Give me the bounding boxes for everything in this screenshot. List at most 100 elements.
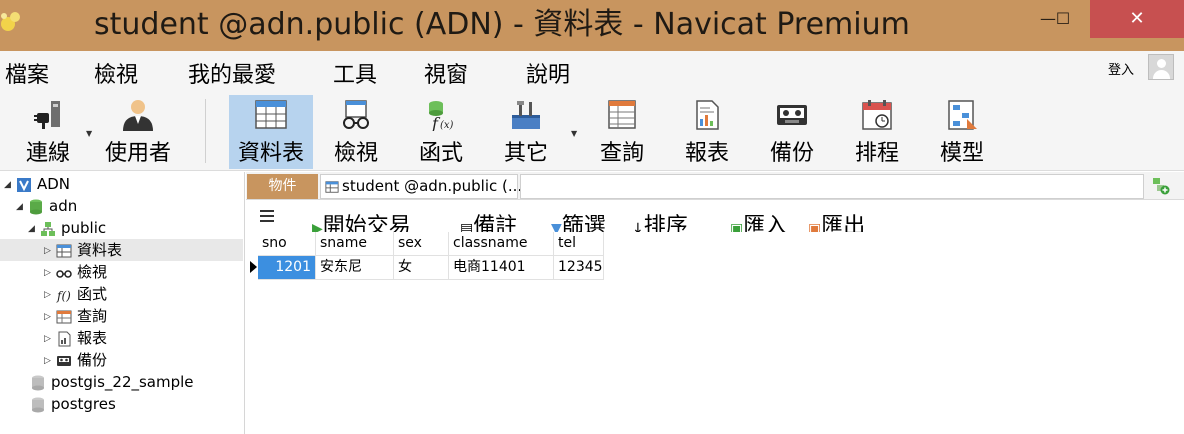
collapsed-arrow-icon[interactable]: ▷ (44, 328, 56, 350)
tree-label: postgis_22_sample (51, 373, 194, 391)
column-header[interactable]: sno (258, 232, 316, 256)
toolbar-query-button[interactable]: 查詢 (580, 95, 664, 169)
close-button[interactable]: ✕ (1090, 0, 1184, 38)
tree-item-functions[interactable]: ▷ f() 函式 (44, 283, 107, 305)
tree-item-tables[interactable]: ▷ 資料表 (0, 239, 243, 261)
chevron-down-icon[interactable]: ▼ (86, 129, 92, 138)
toolbar-label: 其它 (503, 141, 548, 166)
tree-item-schema[interactable]: ◢ public (28, 217, 106, 239)
expanded-arrow-icon[interactable]: ◢ (28, 218, 40, 240)
begin-transaction-button[interactable]: ▶開始交易 (312, 208, 411, 232)
user-icon (123, 100, 153, 131)
tree-label: ADN (37, 175, 71, 193)
tree-item-database[interactable]: postgres (30, 393, 116, 415)
toolbar-other-button[interactable]: 其它 (484, 95, 568, 169)
toolbar-connection-button[interactable]: 連線 (6, 95, 90, 169)
maximize-button[interactable]: ☐ (1040, 0, 1086, 38)
table-cell[interactable]: 1201 (258, 256, 316, 280)
function-icon: f (x) (429, 101, 454, 131)
toolbar-label: 備份 (769, 141, 814, 166)
tree-item-reports[interactable]: ▷ 報表 (44, 327, 107, 349)
toolbar-label: 資料表 (237, 141, 304, 166)
import-icon: ▣ (730, 221, 744, 232)
menu-tools[interactable]: 工具 (333, 57, 377, 89)
menu-help[interactable]: 說明 (526, 57, 570, 89)
toolbar-label: 模型 (939, 141, 984, 166)
tree-item-connection[interactable]: ◢ ADN (4, 173, 70, 195)
main-toolbar: 連線 ▼ 使用者 資料表 檢視 f (x) 函式 其它 ▼ 查詢 報表 備份 排… (0, 91, 1184, 171)
backup-icon (777, 105, 807, 125)
collapsed-arrow-icon[interactable]: ▷ (44, 350, 56, 372)
toolbar-user-button[interactable]: 使用者 (96, 95, 180, 169)
table-cell[interactable]: 女 (394, 256, 449, 280)
new-connection-icon[interactable] (1152, 177, 1170, 195)
table-cell[interactable]: 电商11401 (449, 256, 554, 280)
toolbar-backup-button[interactable]: 備份 (750, 95, 834, 169)
view-glasses-icon (56, 269, 72, 278)
title-bar: student @adn.public (ADN) - 資料表 - Navica… (0, 0, 1184, 51)
table-icon (325, 180, 339, 193)
database-icon (32, 397, 44, 412)
toolbar-label: 報表 (684, 141, 729, 166)
report-icon (58, 331, 71, 346)
toolbar-model-button[interactable]: 模型 (920, 95, 1004, 169)
query-icon (608, 100, 636, 129)
toolbar-report-button[interactable]: 報表 (665, 95, 749, 169)
tree-label: 資料表 (77, 241, 123, 259)
tree-label: postgres (51, 395, 116, 413)
menu-icon[interactable] (260, 209, 274, 223)
tree-item-database[interactable]: postgis_22_sample (30, 371, 194, 393)
menu-window[interactable]: 視窗 (424, 57, 468, 89)
function-icon: f() (56, 289, 71, 303)
menu-view[interactable]: 檢視 (94, 57, 138, 89)
export-icon: ▣ (808, 221, 822, 232)
plug-icon (34, 101, 60, 129)
toolbar-label: 查詢 (599, 141, 644, 166)
schema-icon (41, 221, 55, 236)
expanded-arrow-icon[interactable]: ◢ (16, 196, 28, 218)
column-header[interactable]: sex (394, 232, 449, 256)
tree-label: 備份 (77, 351, 108, 369)
database-icon (32, 375, 44, 390)
column-header[interactable]: classname (449, 232, 554, 256)
table-icon (255, 100, 287, 129)
tree-label: 函式 (77, 285, 108, 303)
column-header[interactable]: sname (316, 232, 394, 256)
tree-item-database[interactable]: ◢ adn (16, 195, 77, 217)
tree-item-queries[interactable]: ▷ 查詢 (44, 305, 107, 327)
toolbar-view-button[interactable]: 檢視 (314, 95, 398, 169)
table-cell[interactable]: 12345 (554, 256, 604, 280)
toolbar-table-button[interactable]: 資料表 (229, 95, 313, 169)
menu-bar: 檔案 檢視 我的最愛 工具 視窗 說明 登入 (0, 51, 1184, 91)
toolbar-schedule-button[interactable]: 排程 (835, 95, 919, 169)
column-header[interactable]: tel (554, 232, 604, 256)
collapsed-arrow-icon[interactable]: ▷ (44, 240, 56, 262)
table-cell[interactable]: 安东尼 (316, 256, 394, 280)
navicat-logo-icon (1, 12, 20, 31)
menu-file[interactable]: 檔案 (5, 57, 49, 89)
toolbar-function-button[interactable]: f (x) 函式 (399, 95, 483, 169)
data-grid: sno sname sex classname tel 1201 安东尼 女 电… (246, 232, 1184, 434)
import-button[interactable]: ▣匯入 (730, 208, 787, 232)
filter-button[interactable]: ▼篩選 (551, 208, 606, 232)
view-glasses-icon (343, 100, 369, 129)
tab-objects[interactable]: 物件 (247, 174, 318, 199)
menu-favorites[interactable]: 我的最愛 (188, 57, 276, 89)
sort-button[interactable]: ↓排序 (632, 208, 688, 232)
chevron-down-icon[interactable]: ▼ (571, 129, 577, 138)
expanded-arrow-icon[interactable]: ◢ (4, 174, 16, 196)
model-icon (948, 100, 977, 130)
database-icon (30, 199, 42, 214)
export-button[interactable]: ▣匯出 (808, 208, 865, 232)
toolbar-label: 排程 (854, 141, 899, 166)
collapsed-arrow-icon[interactable]: ▷ (44, 262, 56, 284)
tree-item-views[interactable]: ▷ 檢視 (44, 261, 107, 283)
avatar[interactable] (1148, 54, 1174, 80)
collapsed-arrow-icon[interactable]: ▷ (44, 284, 56, 306)
login-link[interactable]: 登入 (1108, 59, 1134, 78)
report-icon (696, 100, 719, 130)
memo-button[interactable]: ▤備註 (460, 208, 517, 232)
tab-student-table[interactable]: student @adn.public (... (320, 174, 522, 199)
tree-item-backups[interactable]: ▷ 備份 (44, 349, 107, 371)
collapsed-arrow-icon[interactable]: ▷ (44, 306, 56, 328)
